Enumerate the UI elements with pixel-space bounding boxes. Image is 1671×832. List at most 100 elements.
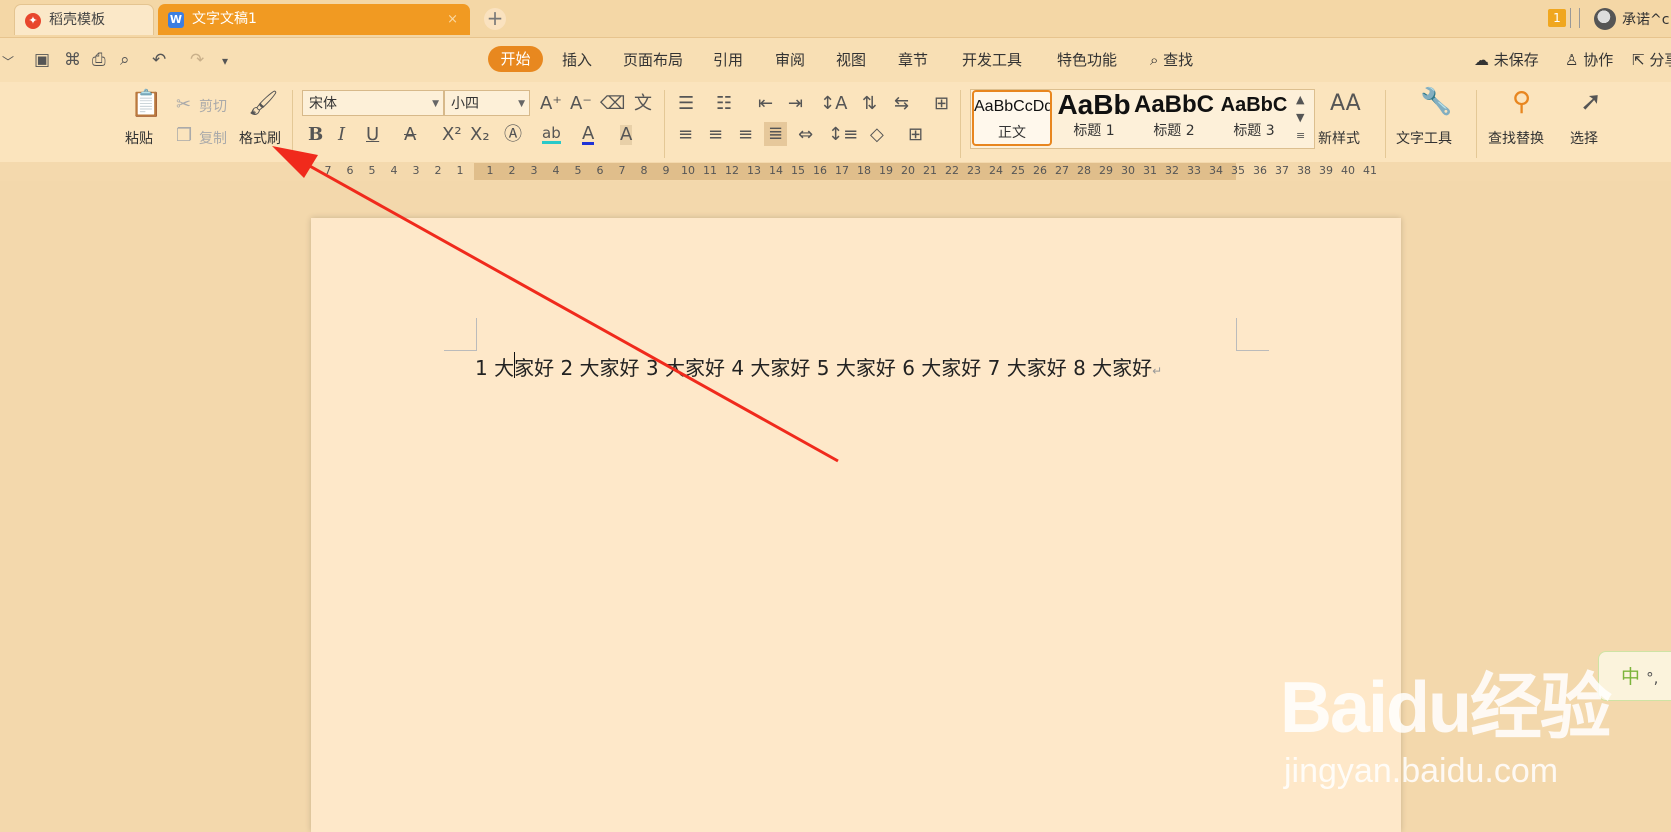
paste-icon[interactable]: 📋 [130, 91, 162, 117]
paste-button[interactable]: 粘贴 [125, 128, 153, 148]
menu-page-layout[interactable]: 页面布局 [623, 49, 683, 70]
ruler-tick: 20 [901, 164, 915, 177]
subscript-icon[interactable]: X₂ [470, 125, 490, 145]
ruler-tick: 16 [813, 164, 827, 177]
ruler-tick: 7 [618, 164, 626, 177]
bullet-list-icon[interactable]: ☰ [678, 94, 694, 114]
format-painter-icon[interactable]: 🖌 [248, 91, 278, 115]
print-icon[interactable]: ⎙ [92, 50, 106, 70]
new-style-button[interactable]: 新样式 [1318, 128, 1360, 148]
distributed-align-icon[interactable]: ⇔ [798, 125, 813, 145]
style-normal[interactable]: AaBbCcDd 正文 [972, 90, 1052, 146]
tab-document[interactable]: W 文字文稿1 × [158, 4, 470, 35]
justify-icon[interactable]: ≣ [764, 122, 788, 146]
ime-mode[interactable]: 中 [1621, 666, 1640, 688]
username[interactable]: 承诺^c [1622, 9, 1669, 29]
ruler-tick: 6 [596, 164, 604, 177]
char-shading-icon[interactable]: A [620, 125, 633, 145]
cut-button[interactable]: 剪切 [199, 96, 227, 116]
format-painter-button[interactable]: 格式刷 [239, 128, 281, 148]
clear-format-icon[interactable]: ⌫ [600, 94, 625, 114]
shading-icon[interactable]: ◇ [870, 125, 884, 145]
font-color-icon[interactable]: A [582, 125, 595, 145]
superscript-icon[interactable]: X² [442, 125, 462, 145]
numbered-list-icon[interactable]: ☷ [716, 94, 732, 114]
menu-special-features[interactable]: 特色功能 [1057, 49, 1117, 70]
document-page[interactable] [311, 218, 1401, 832]
menu-view[interactable]: 视图 [836, 49, 866, 70]
menu-references[interactable]: 引用 [713, 49, 743, 70]
cut-icon[interactable]: ✂ [176, 95, 191, 115]
text-direction-icon[interactable]: ↕A [820, 94, 847, 114]
show-hide-marks-icon[interactable]: ⇆ [894, 94, 909, 114]
menu-developer-tools[interactable]: 开发工具 [962, 49, 1022, 70]
new-style-icon[interactable]: AA [1330, 93, 1361, 115]
cloud-sync-icon[interactable]: ⌘ [64, 50, 81, 70]
sort-icon[interactable]: ⇅ [862, 94, 877, 114]
ruler-tick: 33 [1187, 164, 1201, 177]
menu-review[interactable]: 审阅 [775, 49, 805, 70]
phonetic-guide-icon[interactable]: 文 [634, 94, 652, 114]
italic-icon[interactable]: I [338, 125, 345, 145]
align-center-icon[interactable]: ≡ [708, 125, 723, 145]
window-count-badge[interactable]: 1 [1548, 9, 1566, 27]
align-right-icon[interactable]: ≡ [738, 125, 753, 145]
bold-icon[interactable]: B [308, 125, 323, 145]
wrench-icon[interactable]: 🔧 [1420, 89, 1452, 115]
ruler-tick: 22 [945, 164, 959, 177]
table-grid-icon[interactable]: ⊞ [934, 94, 949, 114]
redo-icon[interactable]: ↷ [190, 50, 204, 70]
line-spacing-icon[interactable]: ↕≡ [828, 125, 858, 145]
customize-toolbar-icon[interactable]: ▾ [222, 54, 228, 68]
dropdown-icon[interactable]: ▼ [518, 91, 525, 117]
select-button[interactable]: 选择 [1570, 128, 1598, 148]
undo-icon[interactable]: ↶ [152, 50, 166, 70]
menu-insert[interactable]: 插入 [562, 49, 592, 70]
menu-chapter[interactable]: 章节 [898, 49, 928, 70]
dropdown-icon[interactable]: ▼ [432, 91, 439, 117]
increase-indent-icon[interactable]: ⇥ [788, 94, 803, 114]
collapse-chevron-icon[interactable]: ﹀ [2, 53, 14, 70]
tab-daoke-templates[interactable]: ✦ 稻壳模板 [14, 4, 154, 35]
menu-find[interactable]: ⌕ 查找 [1150, 49, 1193, 70]
style-heading-3[interactable]: AaBbC 标题 3 [1214, 90, 1294, 146]
close-tab-icon[interactable]: × [447, 4, 458, 35]
grow-font-icon[interactable]: A⁺ [540, 94, 562, 114]
unsaved-status[interactable]: ☁ 未保存 [1474, 49, 1539, 70]
font-name-select[interactable]: 宋体 ▼ [302, 90, 444, 116]
tab-label: 文字文稿1 [192, 11, 257, 27]
cursor-icon[interactable]: ➚ [1580, 89, 1602, 115]
share-button[interactable]: ⇱ 分享 [1632, 49, 1671, 70]
avatar[interactable] [1594, 8, 1616, 30]
menu-start[interactable]: 开始 [488, 46, 543, 72]
border-icon[interactable]: ⊞ [908, 125, 923, 145]
collaborate-button[interactable]: ♙ 协作 [1565, 49, 1613, 70]
text-effect-icon[interactable]: Ⓐ [504, 125, 522, 145]
scroll-down-icon[interactable]: ▼ [1296, 108, 1304, 128]
copy-button[interactable]: 复制 [199, 128, 227, 148]
align-left-icon[interactable]: ≡ [678, 125, 693, 145]
ime-punctuation[interactable]: °, [1646, 669, 1658, 687]
highlight-icon[interactable]: ab [542, 125, 561, 144]
ruler-tick: 14 [769, 164, 783, 177]
ruler-tick: 24 [989, 164, 1003, 177]
copy-icon[interactable]: ❐ [176, 126, 192, 146]
text-tools-button[interactable]: 文字工具 [1396, 128, 1452, 148]
find-replace-button[interactable]: 查找替换 [1488, 128, 1544, 148]
style-heading-2[interactable]: AaBbC 标题 2 [1134, 90, 1214, 146]
strikethrough-icon[interactable]: A [404, 125, 416, 145]
scroll-up-icon[interactable]: ▲ [1296, 90, 1304, 110]
new-tab-button[interactable]: + [484, 8, 506, 30]
shrink-font-icon[interactable]: A⁻ [570, 94, 592, 114]
save-icon[interactable]: ▣ [34, 50, 50, 70]
underline-icon[interactable]: U [366, 125, 379, 145]
search-icon: ⌕ [1150, 51, 1164, 69]
more-styles-icon[interactable]: ≡ [1296, 126, 1305, 146]
find-replace-icon[interactable]: ⚲ [1512, 89, 1531, 115]
decrease-indent-icon[interactable]: ⇤ [758, 94, 773, 114]
style-heading-1[interactable]: AaBb 标题 1 [1054, 90, 1134, 146]
font-size-select[interactable]: 小四 ▼ [444, 90, 530, 116]
print-preview-icon[interactable]: ⌕ [120, 50, 130, 70]
document-paragraph[interactable]: 1 大家好 2 大家好 3 大家好 4 大家好 5 大家好 6 大家好 7 大家… [475, 352, 1162, 381]
window-list-icon[interactable] [1570, 8, 1580, 28]
